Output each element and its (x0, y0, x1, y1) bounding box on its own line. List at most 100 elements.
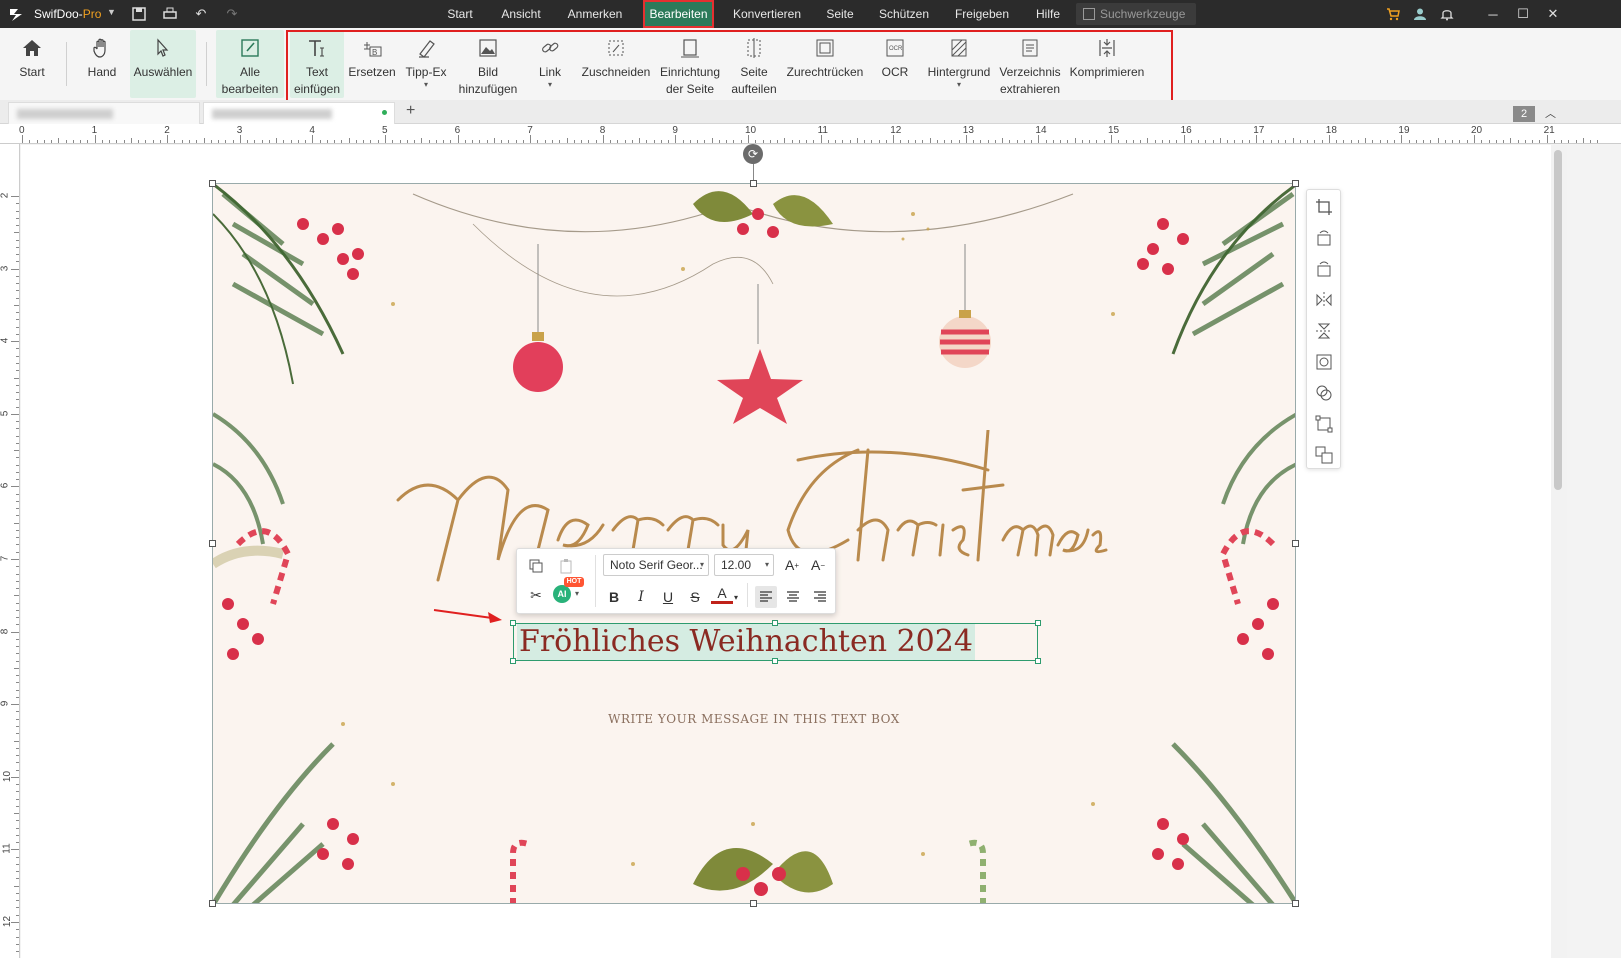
font-size-select[interactable]: 12.00 ▾ (714, 554, 774, 576)
maximize-icon[interactable]: ☐ (1513, 4, 1533, 24)
image-resize-handle[interactable] (1292, 900, 1299, 907)
image-resize-handle[interactable] (1292, 180, 1299, 187)
flip-vertical-icon[interactable] (1315, 322, 1333, 340)
ribbon-compress-button[interactable]: Komprimieren (1068, 30, 1146, 98)
menu-hilfe[interactable]: Hilfe (1028, 0, 1068, 28)
crop-image-icon[interactable] (1315, 198, 1333, 216)
strikethrough-button[interactable]: S (684, 586, 706, 608)
ribbon-split-page-button[interactable]: Seite aufteilen (728, 30, 780, 98)
text-box-handle[interactable] (510, 658, 516, 664)
ribbon-start-button[interactable]: Start (12, 30, 52, 98)
extract-image-icon[interactable] (1315, 446, 1333, 464)
background-dropdown-icon[interactable]: ▾ (957, 81, 961, 89)
new-tab-button[interactable]: + (406, 102, 415, 120)
image-resize-handle[interactable] (209, 540, 216, 547)
app-name[interactable]: SwifDoo-Pro (34, 7, 101, 21)
ruler-tick (80, 140, 82, 143)
text-color-dropdown-icon[interactable]: ▾ (731, 586, 741, 608)
image-resize-handle[interactable] (750, 180, 757, 187)
menu-bearbeiten[interactable]: Bearbeiten (643, 0, 714, 28)
ribbon-extract-toc-button[interactable]: Verzeichnis extrahieren (998, 30, 1062, 98)
paste-icon[interactable] (555, 555, 577, 577)
redo-icon[interactable]: ↷ (223, 5, 241, 23)
menu-freigeben[interactable]: Freigeben (949, 0, 1015, 28)
copy-icon[interactable] (525, 555, 547, 577)
text-box-handle[interactable] (772, 620, 778, 626)
ruler-tick (14, 740, 19, 742)
ai-dropdown-icon[interactable]: ▾ (575, 589, 579, 598)
font-family-select[interactable]: Noto Serif Geor... ▾ (603, 554, 709, 576)
menu-konvertieren[interactable]: Konvertieren (727, 0, 807, 28)
cut-icon[interactable]: ✂ (525, 584, 547, 606)
save-icon[interactable] (130, 5, 148, 23)
document-tab-1[interactable] (8, 102, 200, 124)
close-icon[interactable]: ✕ (1543, 4, 1563, 24)
ai-assistant-button[interactable]: AI (553, 585, 571, 603)
ribbon-edit-all-button[interactable]: Alle bearbeiten (216, 30, 284, 98)
transform-icon[interactable] (1315, 415, 1333, 433)
ribbon-page-setup-button[interactable]: Einrichtung der Seite (656, 30, 724, 98)
ribbon-select-button[interactable]: Auswählen (130, 30, 196, 98)
align-right-icon[interactable] (809, 586, 831, 608)
menu-start[interactable]: Start (440, 0, 480, 28)
app-menu-dropdown-icon[interactable]: ▼ (107, 7, 116, 17)
flip-horizontal-icon[interactable] (1315, 291, 1333, 309)
ruler-tick (777, 140, 779, 143)
image-resize-handle[interactable] (209, 180, 216, 187)
menu-anmerken[interactable]: Anmerken (562, 0, 628, 28)
image-resize-handle[interactable] (1292, 540, 1299, 547)
italic-button[interactable]: I (630, 586, 652, 608)
scrollbar-thumb[interactable] (1554, 150, 1562, 490)
print-icon[interactable] (161, 5, 179, 23)
ruler-tick (740, 140, 742, 143)
greeting-text-box[interactable]: Fröhliches Weihnachten 2024 (513, 623, 1038, 661)
ribbon-deskew-button[interactable]: Zurechtrücken (784, 30, 866, 98)
text-color-button[interactable]: A (711, 584, 733, 604)
text-box-handle[interactable] (1035, 620, 1041, 626)
card-message-text[interactable]: WRITE YOUR MESSAGE IN THIS TEXT BOX (212, 712, 1296, 726)
user-account-icon[interactable] (1410, 4, 1430, 24)
align-center-icon[interactable] (782, 586, 804, 608)
ribbon-ocr-button[interactable]: OCR OCR (872, 30, 918, 98)
text-box-handle[interactable] (772, 658, 778, 664)
ribbon-crop-button[interactable]: Zuschneiden (580, 30, 652, 98)
image-resize-handle[interactable] (750, 900, 757, 907)
tippex-dropdown-icon[interactable]: ▾ (424, 81, 428, 89)
greeting-text[interactable]: Fröhliches Weihnachten 2024 (517, 624, 975, 660)
ruler-tick (16, 493, 19, 495)
menu-schuetzen[interactable]: Schützen (873, 0, 935, 28)
underline-button[interactable]: U (657, 586, 679, 608)
rotate-right-icon[interactable] (1315, 260, 1333, 278)
ruler-tick (16, 805, 19, 807)
text-box-handle[interactable] (510, 620, 516, 626)
link-dropdown-icon[interactable]: ▾ (548, 81, 552, 89)
ribbon-add-image-button[interactable]: Bild hinzufügen (456, 30, 520, 98)
ribbon-hand-button[interactable]: Hand (82, 30, 122, 98)
ribbon-insert-text-button[interactable]: Text einfügen (290, 30, 344, 98)
search-tools-input[interactable]: Suchwerkzeuge (1076, 3, 1196, 25)
bold-button[interactable]: B (603, 586, 625, 608)
minimize-icon[interactable]: ─ (1483, 4, 1503, 24)
ribbon-replace-button[interactable]: B Ersetzen (348, 30, 396, 98)
notification-bell-icon[interactable] (1437, 4, 1457, 24)
ribbon-background-button[interactable]: Hintergrund ▾ (924, 30, 994, 98)
decrease-font-size-icon[interactable]: A − (807, 554, 829, 576)
rotate-handle-icon[interactable]: ⟳ (743, 144, 763, 164)
menu-seite[interactable]: Seite (820, 0, 860, 28)
align-left-icon[interactable] (755, 586, 777, 608)
undo-icon[interactable]: ↶ (192, 5, 210, 23)
increase-font-size-icon[interactable]: A + (781, 554, 803, 576)
image-resize-handle[interactable] (209, 900, 216, 907)
ribbon-tippex-button[interactable]: Tipp-Ex ▾ (402, 30, 450, 98)
menu-ansicht[interactable]: Ansicht (494, 0, 548, 28)
ruler-tick (290, 140, 292, 143)
text-box-handle[interactable] (1035, 658, 1041, 664)
image-layers-icon[interactable] (1315, 384, 1333, 402)
rotate-left-icon[interactable] (1315, 229, 1333, 247)
collapse-ribbon-icon[interactable]: ︿ (1545, 105, 1556, 121)
ribbon-link-button[interactable]: Link ▾ (530, 30, 570, 98)
cart-icon[interactable] (1383, 4, 1403, 24)
document-tab-2[interactable] (203, 102, 395, 124)
ruler-tick (16, 718, 19, 720)
replace-image-icon[interactable] (1315, 353, 1333, 371)
